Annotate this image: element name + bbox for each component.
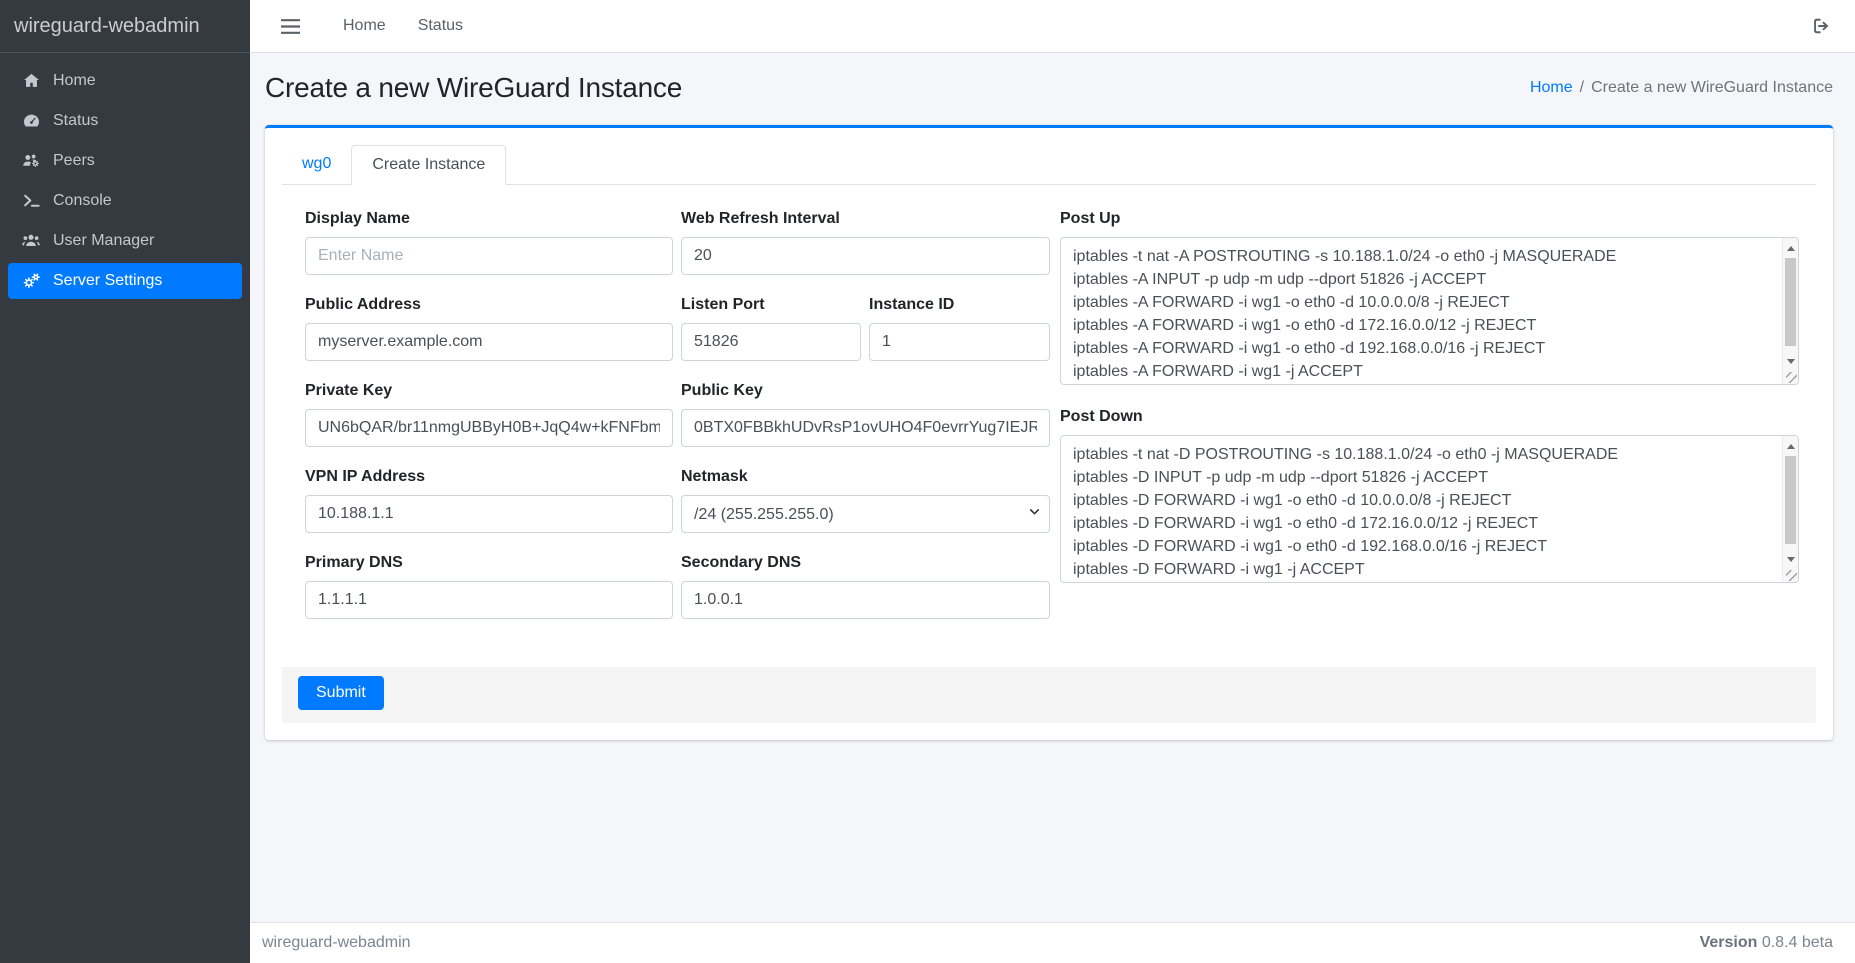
form-left-column: Display Name Web Refresh Interval — [305, 207, 1050, 637]
secondary-dns-label: Secondary DNS — [681, 551, 1050, 575]
scroll-up-arrow-icon[interactable] — [1787, 246, 1795, 251]
sidebar-item-peers[interactable]: Peers — [8, 143, 242, 178]
listen-port-input[interactable] — [681, 323, 861, 361]
app-root: wireguard-webadmin Home Status Peers — [0, 0, 1855, 963]
footer-version-value: 0.8.4 beta — [1762, 934, 1833, 951]
post-up-label: Post Up — [1060, 207, 1799, 231]
menu-icon[interactable] — [280, 18, 301, 35]
breadcrumb-home-link[interactable]: Home — [1530, 79, 1573, 96]
netmask-select[interactable]: /24 (255.255.255.0) — [681, 495, 1050, 533]
display-name-input[interactable] — [305, 237, 673, 275]
navbar-link-home[interactable]: Home — [327, 17, 402, 35]
instance-form: Display Name Web Refresh Interval — [282, 185, 1816, 637]
scroll-thumb[interactable] — [1785, 456, 1796, 544]
instance-card: wg0 Create Instance Display Name — [265, 125, 1833, 740]
sidebar-nav: Home Status Peers Console — [0, 53, 250, 314]
tab-wg0[interactable]: wg0 — [282, 145, 351, 184]
top-navbar: Home Status — [250, 0, 1855, 53]
logout-icon[interactable] — [1811, 16, 1831, 36]
instance-tabs: wg0 Create Instance — [282, 145, 1816, 185]
sidebar-item-label: Server Settings — [53, 272, 162, 290]
resize-grip-icon[interactable] — [1786, 372, 1797, 383]
instance-id-input[interactable] — [869, 323, 1050, 361]
gears-icon — [16, 271, 46, 291]
web-refresh-interval-label: Web Refresh Interval — [681, 207, 1050, 231]
brand-link[interactable]: wireguard-webadmin — [0, 0, 250, 53]
sidebar: wireguard-webadmin Home Status Peers — [0, 0, 250, 963]
scroll-down-arrow-icon[interactable] — [1787, 359, 1795, 364]
post-down-label: Post Down — [1060, 405, 1799, 429]
navbar-link-status[interactable]: Status — [402, 17, 479, 35]
post-down-scrollbar[interactable] — [1782, 436, 1798, 582]
users-gear-icon — [16, 151, 46, 170]
vpn-ip-address-label: VPN IP Address — [305, 465, 673, 489]
footer-app-name: wireguard-webadmin — [262, 934, 411, 952]
instance-id-label: Instance ID — [869, 293, 1050, 317]
sidebar-item-user-manager[interactable]: User Manager — [8, 223, 242, 258]
content: Create a new WireGuard Instance Home / Cre… — [250, 53, 1855, 922]
sidebar-item-console[interactable]: Console — [8, 183, 242, 218]
netmask-label: Netmask — [681, 465, 1050, 489]
breadcrumb-separator: / — [1580, 79, 1584, 96]
post-up-textarea[interactable]: iptables -t nat -A POSTROUTING -s 10.188… — [1060, 237, 1799, 385]
form-right-column: Post Up iptables -t nat -A POSTROUTING -… — [1060, 207, 1799, 637]
content-header: Create a new WireGuard Instance Home / Cre… — [265, 72, 1833, 104]
primary-dns-label: Primary DNS — [305, 551, 673, 575]
sidebar-item-home[interactable]: Home — [8, 63, 242, 98]
home-icon — [16, 71, 46, 90]
public-key-input[interactable] — [681, 409, 1050, 447]
page-footer: wireguard-webadmin Version 0.8.4 beta — [250, 922, 1855, 963]
sidebar-item-status[interactable]: Status — [8, 103, 242, 138]
secondary-dns-input[interactable] — [681, 581, 1050, 619]
post-down-wrapper: iptables -t nat -D POSTROUTING -s 10.188… — [1060, 435, 1799, 583]
sidebar-item-label: Peers — [53, 152, 95, 170]
card-body: wg0 Create Instance Display Name — [265, 128, 1833, 740]
vpn-ip-address-input[interactable] — [305, 495, 673, 533]
private-key-label: Private Key — [305, 379, 673, 403]
display-name-label: Display Name — [305, 207, 673, 231]
tab-create-instance[interactable]: Create Instance — [351, 145, 506, 185]
public-address-label: Public Address — [305, 293, 673, 317]
sidebar-item-label: User Manager — [53, 232, 154, 250]
primary-dns-input[interactable] — [305, 581, 673, 619]
scroll-down-arrow-icon[interactable] — [1787, 557, 1795, 562]
post-up-scrollbar[interactable] — [1782, 238, 1798, 384]
sidebar-item-label: Console — [53, 192, 112, 210]
footer-version: Version 0.8.4 beta — [1700, 934, 1833, 952]
sidebar-item-label: Status — [53, 112, 98, 130]
sidebar-item-label: Home — [53, 72, 96, 90]
breadcrumb-current: Create a new WireGuard Instance — [1591, 79, 1833, 96]
scroll-thumb[interactable] — [1785, 258, 1796, 346]
page-title: Create a new WireGuard Instance — [265, 72, 682, 104]
web-refresh-interval-input[interactable] — [681, 237, 1050, 275]
public-key-label: Public Key — [681, 379, 1050, 403]
listen-port-label: Listen Port — [681, 293, 861, 317]
scroll-up-arrow-icon[interactable] — [1787, 444, 1795, 449]
gauge-icon — [16, 111, 46, 130]
submit-button[interactable]: Submit — [298, 676, 384, 710]
users-icon — [16, 231, 46, 250]
post-up-wrapper: iptables -t nat -A POSTROUTING -s 10.188… — [1060, 237, 1799, 385]
footer-version-label: Version — [1700, 934, 1758, 951]
resize-grip-icon[interactable] — [1786, 570, 1797, 581]
breadcrumb: Home / Create a new WireGuard Instance — [1530, 79, 1833, 97]
post-down-textarea[interactable]: iptables -t nat -D POSTROUTING -s 10.188… — [1060, 435, 1799, 583]
card-footer: Submit — [282, 667, 1816, 723]
public-address-input[interactable] — [305, 323, 673, 361]
private-key-input[interactable] — [305, 409, 673, 447]
main-area: Home Status Create a new WireGuard Insta… — [250, 0, 1855, 963]
sidebar-item-server-settings[interactable]: Server Settings — [8, 263, 242, 299]
terminal-icon — [16, 191, 46, 210]
